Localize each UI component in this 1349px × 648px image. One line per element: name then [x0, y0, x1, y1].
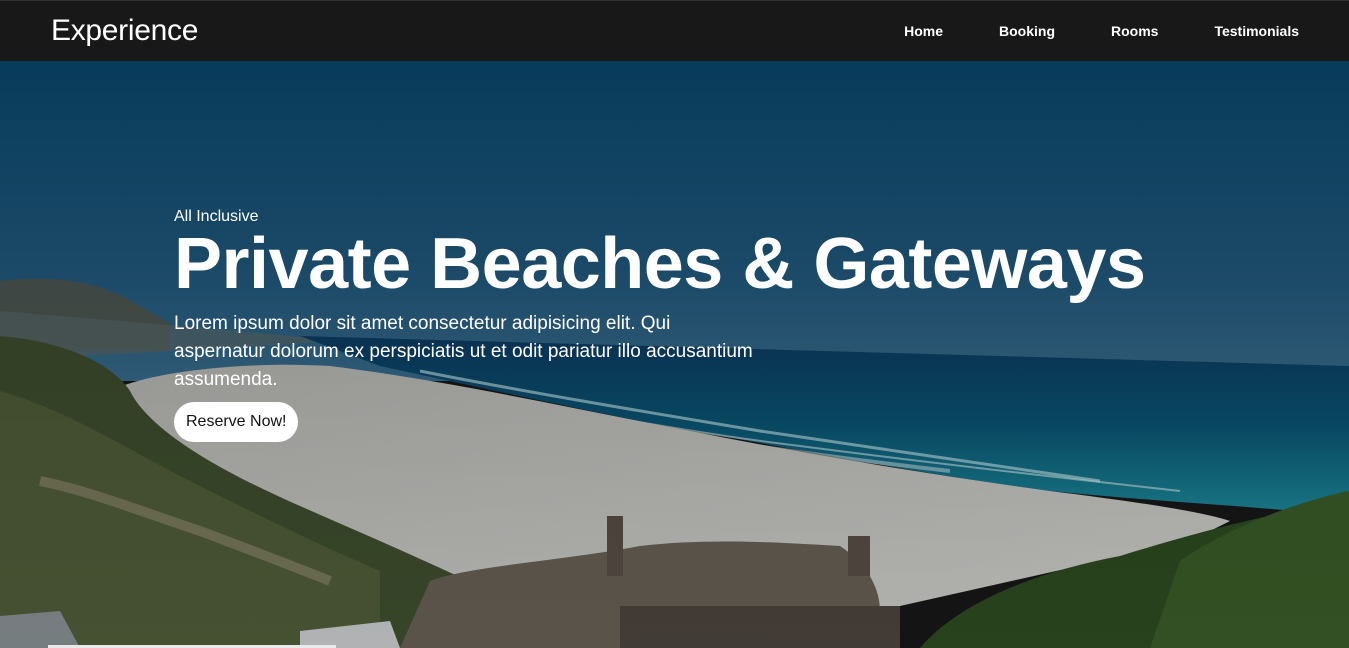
- hero-content: All Inclusive Private Beaches & Gateways…: [174, 208, 1274, 442]
- main-nav: Home Booking Rooms Testimonials: [848, 23, 1299, 39]
- brand-logo[interactable]: Experience: [51, 14, 198, 48]
- nav-link-testimonials[interactable]: Testimonials: [1214, 23, 1299, 39]
- nav-link-rooms[interactable]: Rooms: [1111, 23, 1158, 39]
- hero-description: Lorem ipsum dolor sit amet consectetur a…: [174, 313, 753, 390]
- reserve-now-button[interactable]: Reserve Now!: [174, 402, 299, 442]
- nav-link-home[interactable]: Home: [904, 23, 943, 39]
- top-navbar: Experience Home Booking Rooms Testimonia…: [0, 0, 1349, 61]
- hero-section: All Inclusive Private Beaches & Gateways…: [0, 61, 1349, 648]
- hero-headline: Private Beaches & Gateways: [174, 224, 1146, 304]
- nav-link-booking[interactable]: Booking: [999, 23, 1055, 39]
